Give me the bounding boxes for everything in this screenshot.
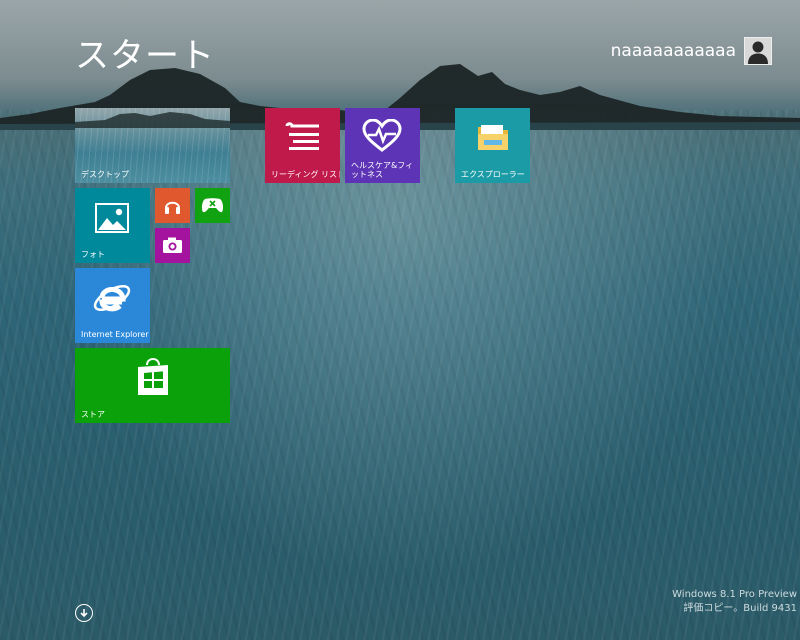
headphones-icon	[165, 201, 180, 214]
tile-reading-list[interactable]: リーディング リスト	[265, 108, 340, 183]
tile-health-label: ヘルスケア&フィットネス	[351, 161, 414, 179]
tile-store[interactable]: ストア	[75, 348, 230, 423]
tile-internet-explorer[interactable]: Internet Explorer	[75, 268, 150, 343]
desktop-rocks-preview	[75, 112, 230, 128]
start-title: スタート	[75, 36, 215, 76]
xbox-controller-icon	[201, 198, 224, 213]
store-bag-icon	[138, 358, 168, 395]
folder-icon	[478, 125, 508, 150]
user-silhouette-icon	[744, 37, 772, 65]
camera-icon	[163, 237, 182, 253]
user-name: naaaaaaaaaaa	[610, 41, 736, 61]
all-apps-button[interactable]	[75, 604, 93, 622]
tile-health-fitness[interactable]: ヘルスケア&フィットネス	[345, 108, 420, 183]
tile-ie-label: Internet Explorer	[81, 330, 149, 339]
reading-list-icon	[285, 122, 319, 150]
tile-reading-label: リーディング リスト	[271, 170, 340, 179]
tile-camera[interactable]	[155, 228, 190, 263]
tile-explorer[interactable]: エクスプローラー	[455, 108, 530, 183]
watermark-build: 評価コピー。Build 9431	[683, 603, 797, 614]
tile-photos[interactable]: フォト	[75, 188, 150, 263]
tile-explorer-label: エクスプローラー	[461, 170, 525, 179]
photos-icon	[95, 203, 129, 233]
user-account[interactable]: naaaaaaaaaaa	[611, 37, 772, 65]
tile-desktop-label: デスクトップ	[81, 170, 129, 179]
tile-store-label: ストア	[81, 410, 105, 419]
tile-photos-label: フォト	[81, 250, 105, 259]
watermark-edition: Windows 8.1 Pro Preview	[672, 589, 797, 600]
build-watermark: Windows 8.1 Pro Preview 評価コピー。Build 9431	[672, 588, 797, 616]
tile-games[interactable]	[195, 188, 230, 223]
down-arrow-circle-icon	[80, 609, 88, 618]
tile-desktop[interactable]: デスクトップ	[75, 108, 230, 183]
tile-music[interactable]	[155, 188, 190, 223]
internet-explorer-icon	[93, 284, 131, 312]
heart-pulse-icon	[362, 119, 402, 152]
